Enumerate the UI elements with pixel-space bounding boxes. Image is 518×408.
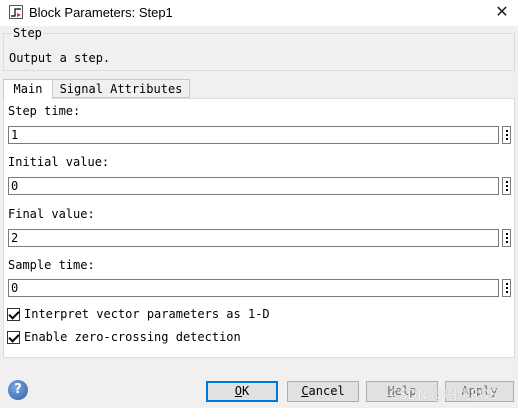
title-bar: Block Parameters: Step1 ✕	[0, 0, 518, 26]
initial-value-options-icon[interactable]	[502, 177, 511, 195]
help-label-rest: elp	[394, 384, 417, 398]
help-question-icon[interactable]: ?	[8, 380, 28, 400]
interpret-vector-label: Interpret vector parameters as 1-D	[24, 307, 270, 321]
help-button[interactable]: Help	[366, 381, 438, 402]
block-description: Output a step.	[9, 51, 111, 65]
zero-crossing-checkbox[interactable]	[7, 330, 20, 344]
simulink-block-icon	[9, 5, 23, 19]
step-time-options-icon[interactable]	[502, 126, 511, 144]
step-time-input[interactable]	[8, 126, 499, 144]
tab-main[interactable]: Main	[3, 79, 53, 99]
step-time-label: Step time:	[8, 104, 81, 118]
final-value-input[interactable]	[8, 229, 499, 247]
zero-crossing-checkbox-row[interactable]: Enable zero-crossing detection	[7, 330, 241, 344]
help-mnemonic: H	[387, 384, 395, 398]
ok-label-rest: K	[242, 384, 250, 398]
dialog-client-area: Step Output a step. Main Signal Attribut…	[0, 26, 518, 408]
sample-time-options-icon[interactable]	[502, 279, 511, 297]
initial-value-input[interactable]	[8, 177, 499, 195]
ok-button[interactable]: OK	[206, 381, 278, 402]
final-value-options-icon[interactable]	[502, 229, 511, 247]
cancel-label-rest: ancel	[308, 384, 345, 398]
apply-button[interactable]: Apply	[445, 381, 514, 402]
window-title: Block Parameters: Step1	[29, 5, 173, 20]
cancel-mnemonic: C	[301, 384, 309, 398]
cancel-button[interactable]: Cancel	[287, 381, 359, 402]
main-tab-panel: Step time: Initial value: Final value: S…	[3, 98, 515, 358]
block-type-label: Step	[12, 26, 43, 40]
sample-time-input[interactable]	[8, 279, 499, 297]
interpret-vector-checkbox[interactable]	[7, 307, 20, 321]
zero-crossing-label: Enable zero-crossing detection	[24, 330, 241, 344]
interpret-vector-checkbox-row[interactable]: Interpret vector parameters as 1-D	[7, 307, 270, 321]
ok-mnemonic: O	[234, 384, 242, 398]
sample-time-label: Sample time:	[8, 258, 95, 272]
block-description-group: Step Output a step.	[3, 26, 515, 71]
initial-value-label: Initial value:	[8, 155, 110, 169]
close-button[interactable]: ✕	[490, 2, 514, 24]
final-value-label: Final value:	[8, 207, 95, 221]
tab-signal-attributes[interactable]: Signal Attributes	[53, 79, 190, 98]
